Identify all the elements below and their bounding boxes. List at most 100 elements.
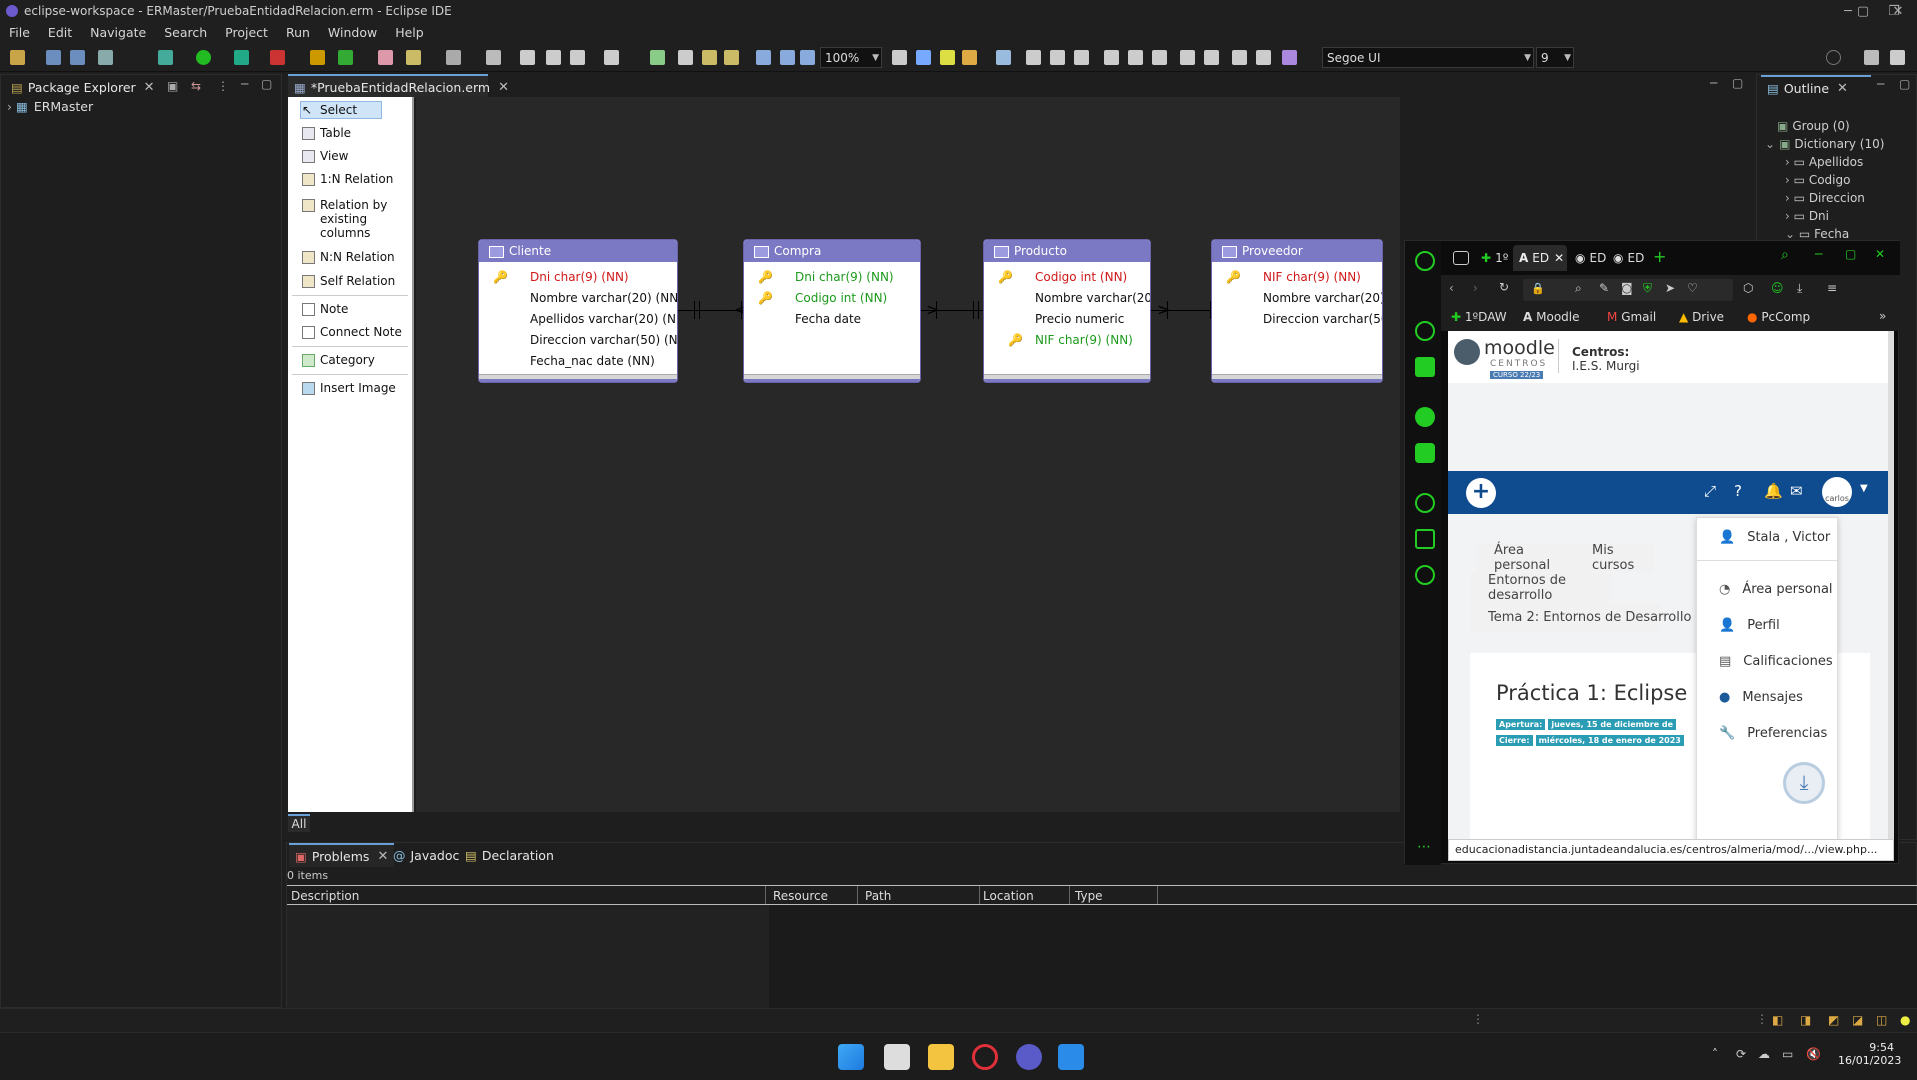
- tab-declaration[interactable]: ▤ Declaration: [459, 843, 560, 867]
- entity-column[interactable]: Nombre varchar(20): [984, 287, 1150, 308]
- match-width-icon[interactable]: [1180, 50, 1195, 65]
- external-tools-icon[interactable]: [270, 50, 285, 65]
- bookmark-1daw[interactable]: ✚ 1ºDAW: [1451, 310, 1507, 324]
- column-description[interactable]: Description: [291, 889, 359, 903]
- lightbulb-icon[interactable]: ●: [1900, 1013, 1910, 1027]
- maximize-icon[interactable]: ▢: [1851, 0, 1875, 22]
- window-close-icon[interactable]: ✕: [1880, 0, 1916, 22]
- view-menu-icon[interactable]: ⋮: [217, 79, 229, 93]
- entity-column[interactable]: 🔑 NIF char(9) (NN): [1212, 266, 1382, 287]
- status-icon-2[interactable]: ◨: [1800, 1013, 1811, 1027]
- avatar[interactable]: carlos: [1822, 477, 1852, 507]
- palette-category[interactable]: Category: [302, 353, 375, 367]
- align-bottom-icon[interactable]: [1152, 50, 1167, 65]
- chevron-right-icon[interactable]: ›: [1785, 209, 1790, 223]
- profile-icon[interactable]: ☺: [1771, 281, 1784, 295]
- entity-cliente[interactable]: Cliente 🔑 Dni char(9) (NN) Nombre varchar…: [478, 239, 678, 383]
- forward-icon[interactable]: ›: [1473, 281, 1478, 295]
- color-icon[interactable]: [1282, 50, 1297, 65]
- sync-icon[interactable]: ⟳: [1736, 1047, 1746, 1061]
- tab-erm-editor[interactable]: ▦ *PruebaEntidadRelacion.erm ✕: [288, 74, 509, 98]
- outline-group[interactable]: ▣ Group (0): [1777, 119, 1850, 133]
- download-fab-icon[interactable]: ⤓: [1783, 762, 1825, 804]
- clock[interactable]: 9:54 16/01/2023: [1838, 1041, 1901, 1067]
- outline-item[interactable]: › ▭ Apellidos: [1785, 155, 1863, 169]
- opera-icon[interactable]: [1415, 251, 1435, 271]
- palette-nn-relation[interactable]: N:N Relation: [302, 250, 395, 264]
- download-icon[interactable]: ⤓: [1797, 281, 1802, 296]
- palette-insert-image[interactable]: Insert Image: [302, 381, 396, 395]
- browser-maximize-icon[interactable]: ▢: [1845, 247, 1856, 261]
- save-all-icon[interactable]: [70, 50, 85, 65]
- zoom-in-icon[interactable]: [756, 50, 771, 65]
- menu-search[interactable]: Search: [155, 25, 216, 40]
- chevron-down-icon[interactable]: ▼: [1860, 483, 1868, 494]
- entity-column[interactable]: Fecha_nac date (NN): [479, 350, 677, 371]
- browser-tab-active[interactable]: A ED ✕: [1513, 245, 1567, 271]
- browser-tab[interactable]: ✚ 1º: [1481, 247, 1508, 269]
- tooltip-icon[interactable]: [996, 50, 1011, 65]
- palette-view[interactable]: View: [302, 149, 348, 163]
- cloud-icon[interactable]: ☁: [1758, 1047, 1770, 1061]
- box-icon[interactable]: [1415, 529, 1435, 549]
- display-icon[interactable]: ▭: [1782, 1047, 1793, 1061]
- breadcrumb-mis-cursos[interactable]: Mis cursos: [1574, 543, 1654, 573]
- start-icon[interactable]: [838, 1044, 864, 1070]
- breadcrumb-tema2[interactable]: Tema 2: Entornos de Desarrollo: [1470, 603, 1691, 632]
- entity-column[interactable]: 🔑 Codigo int (NN): [744, 287, 920, 308]
- perspective-icon[interactable]: [1890, 50, 1905, 65]
- status-icon-4[interactable]: ◪: [1852, 1013, 1863, 1027]
- debug-icon[interactable]: [158, 50, 173, 65]
- chevron-right-icon[interactable]: ›: [1785, 191, 1790, 205]
- palette-select[interactable]: ↖ Select: [302, 103, 357, 117]
- entity-column[interactable]: Precio numeric: [984, 308, 1150, 329]
- chevron-up-icon[interactable]: ˄: [1712, 1047, 1718, 1061]
- new-tab-icon[interactable]: +: [1653, 247, 1666, 266]
- mail-icon[interactable]: ✉: [1790, 482, 1803, 500]
- breadcrumb-entornos[interactable]: Entornos de desarrollo: [1470, 573, 1612, 603]
- lock-icon[interactable]: [962, 50, 977, 65]
- reload-icon[interactable]: ↻: [1499, 280, 1509, 294]
- chevron-down-icon[interactable]: ⌄: [1785, 227, 1795, 239]
- speed-icon[interactable]: [1415, 321, 1435, 341]
- menu-run[interactable]: Run: [277, 25, 319, 40]
- menu-window[interactable]: Window: [319, 25, 386, 40]
- minimize-outline-icon[interactable]: ─: [1877, 77, 1884, 91]
- font-select[interactable]: Segoe UI ▼: [1322, 47, 1534, 68]
- outline-item[interactable]: › ▭ Direccion: [1785, 191, 1865, 205]
- bell-icon[interactable]: 🔔: [1764, 482, 1783, 500]
- tab-javadoc[interactable]: @ Javadoc: [387, 843, 465, 867]
- browser-minimize-icon[interactable]: ─: [1815, 247, 1822, 261]
- run-icon[interactable]: [196, 50, 211, 65]
- tab-all[interactable]: All: [288, 814, 310, 832]
- entity-column[interactable]: Direccion varchar(50): [1212, 308, 1382, 329]
- new-icon[interactable]: [10, 50, 25, 65]
- forward-icon[interactable]: [546, 50, 561, 65]
- project-node[interactable]: › ▦ ERMaster: [7, 99, 93, 114]
- print-icon[interactable]: [98, 50, 113, 65]
- help-icon[interactable]: ?: [1734, 482, 1742, 500]
- redo-icon[interactable]: [724, 50, 739, 65]
- bookmark-gmail[interactable]: M Gmail: [1607, 310, 1656, 324]
- search-icon[interactable]: [1826, 50, 1841, 65]
- volume-icon[interactable]: 🔇: [1806, 1047, 1821, 1061]
- entity-column[interactable]: 🔑 NIF char(9) (NN): [984, 329, 1150, 350]
- palette-self-relation[interactable]: Self Relation: [302, 274, 395, 288]
- shield-icon[interactable]: ⛨: [1643, 281, 1652, 296]
- entity-column[interactable]: 🔑 Dni char(9) (NN): [744, 266, 920, 287]
- entity-column[interactable]: 🔑 Dni char(9) (NN): [479, 266, 677, 287]
- whatsapp-icon[interactable]: [1415, 407, 1435, 427]
- pin-icon[interactable]: [446, 50, 461, 65]
- back-icon[interactable]: ‹: [1449, 281, 1454, 295]
- cube-icon[interactable]: ⬡: [1743, 281, 1753, 295]
- close-tab-icon[interactable]: ✕: [1554, 251, 1564, 265]
- tab-problems[interactable]: ▣ Problems ✕: [289, 843, 395, 867]
- status-icon-5[interactable]: ◫: [1876, 1013, 1887, 1027]
- heart-icon[interactable]: ♡: [1687, 281, 1698, 295]
- close-icon[interactable]: ✕: [1837, 81, 1848, 96]
- user-menu-name[interactable]: 👤 Stala , Victor: [1719, 530, 1830, 545]
- entity-column[interactable]: 🔑 Codigo int (NN): [984, 266, 1150, 287]
- page-scrollbar[interactable]: [1888, 331, 1894, 839]
- breadcrumb-area-personal[interactable]: Área personal: [1476, 543, 1578, 573]
- outline-item[interactable]: ⌄ ▭ Fecha: [1785, 227, 1849, 239]
